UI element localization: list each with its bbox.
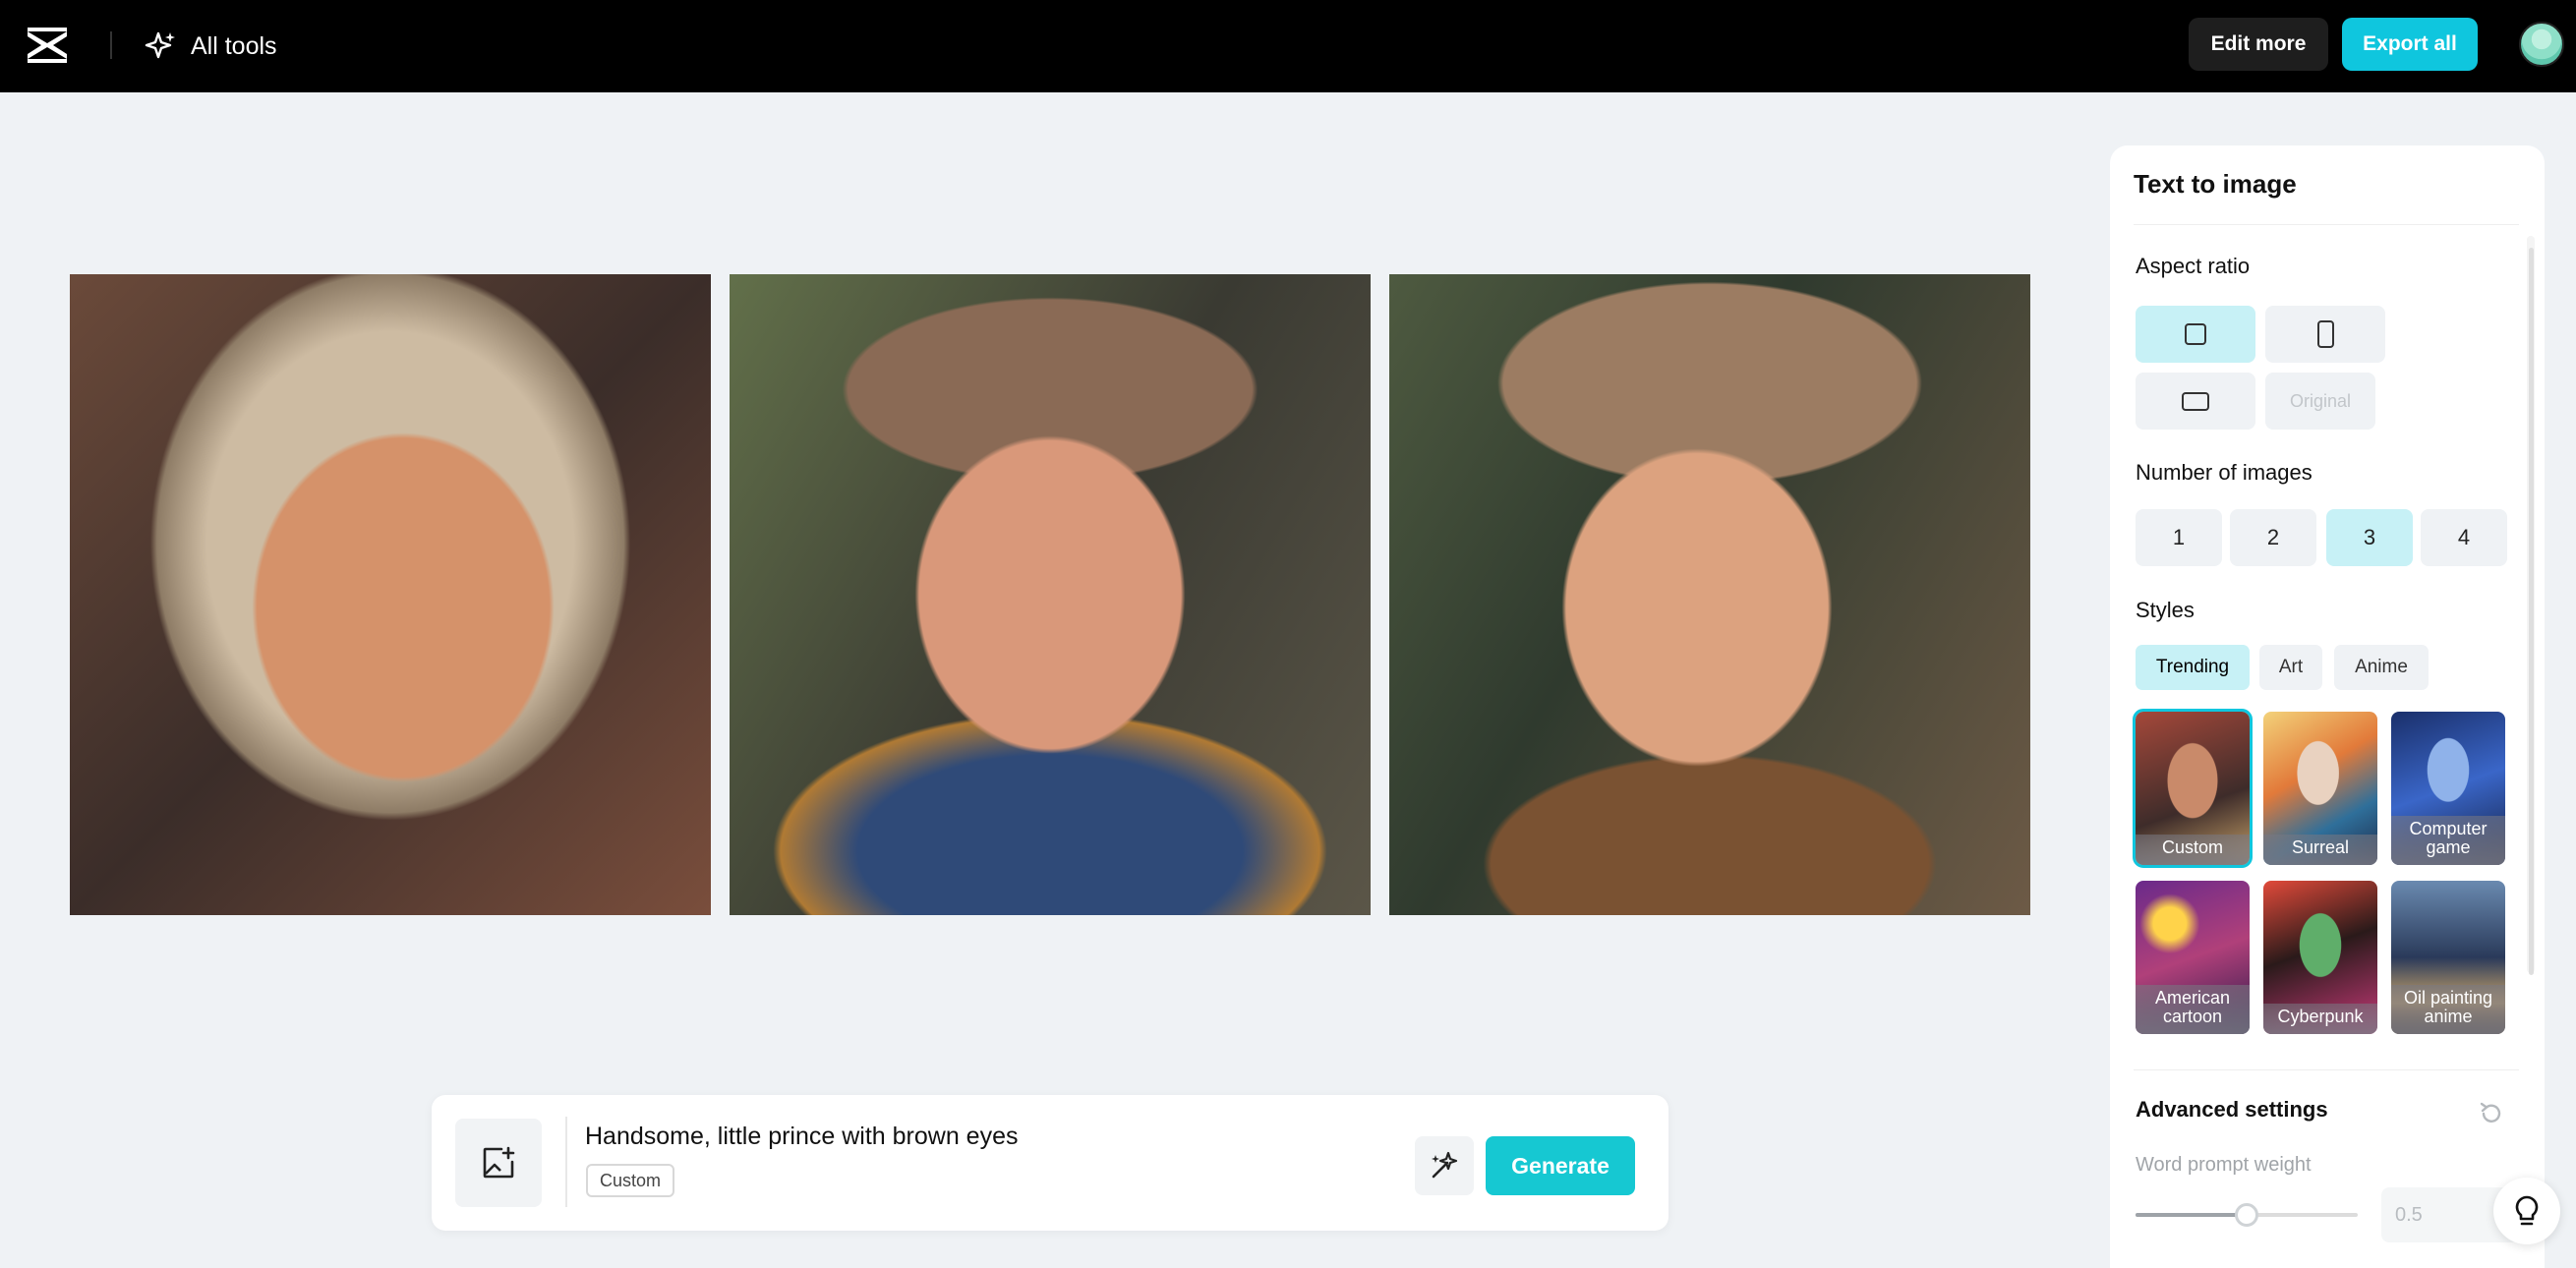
top-bar: All tools Edit more Export all xyxy=(0,0,2576,92)
panel-title: Text to image xyxy=(2134,169,2297,199)
edit-more-button[interactable]: Edit more xyxy=(2189,18,2328,71)
number-option-4[interactable]: 4 xyxy=(2421,509,2507,566)
slider-thumb[interactable] xyxy=(2235,1203,2258,1227)
styles-label: Styles xyxy=(2136,598,2195,622)
sparkle-icon xyxy=(145,31,175,59)
advanced-divider xyxy=(2134,1069,2519,1070)
style-card-label: Custom xyxy=(2136,835,2250,865)
prompt-style-tag[interactable]: Custom xyxy=(586,1164,675,1197)
landscape-shape-icon xyxy=(2182,391,2209,411)
aspect-square-option[interactable] xyxy=(2136,306,2255,363)
style-card-custom[interactable]: Custom xyxy=(2133,709,2253,868)
tips-button[interactable] xyxy=(2493,1178,2560,1244)
magic-wand-icon xyxy=(1432,1151,1458,1179)
aspect-original-option: Original xyxy=(2265,373,2375,430)
avatar[interactable] xyxy=(2519,22,2564,67)
capcut-logo-icon[interactable] xyxy=(24,22,71,69)
generate-button[interactable]: Generate xyxy=(1486,1136,1635,1195)
magic-prompt-button[interactable] xyxy=(1415,1136,1474,1195)
prompt-divider xyxy=(565,1117,567,1207)
reset-icon[interactable] xyxy=(2478,1100,2505,1127)
number-option-1[interactable]: 1 xyxy=(2136,509,2222,566)
portrait-shape-icon xyxy=(2316,320,2334,348)
style-card-computer-game[interactable]: Computer game xyxy=(2391,712,2505,865)
panel-scrollbar[interactable] xyxy=(2529,248,2534,975)
number-of-images-label: Number of images xyxy=(2136,460,2313,485)
export-all-button[interactable]: Export all xyxy=(2342,18,2478,71)
generated-image-2[interactable] xyxy=(730,274,1371,915)
all-tools-label: All tools xyxy=(191,31,277,60)
styles-tab-anime[interactable]: Anime xyxy=(2334,645,2429,690)
topbar-divider xyxy=(110,31,112,59)
style-card-surreal[interactable]: Surreal xyxy=(2263,712,2377,865)
number-option-3[interactable]: 3 xyxy=(2326,509,2413,566)
slider-fill xyxy=(2136,1213,2247,1217)
aspect-ratio-label: Aspect ratio xyxy=(2136,254,2251,278)
image-upload-icon xyxy=(483,1146,515,1179)
generated-image-1[interactable] xyxy=(70,274,711,915)
styles-tab-art[interactable]: Art xyxy=(2259,645,2322,690)
word-prompt-weight-label: Word prompt weight xyxy=(2136,1154,2312,1176)
style-card-label: Oil painting anime xyxy=(2391,985,2505,1034)
style-card-cyberpunk[interactable]: Cyberpunk xyxy=(2263,881,2377,1034)
style-card-label: Cyberpunk xyxy=(2263,1004,2377,1034)
style-card-label: American cartoon xyxy=(2136,985,2250,1034)
advanced-settings-label: Advanced settings xyxy=(2136,1097,2328,1122)
prompt-bar: Handsome, little prince with brown eyes … xyxy=(432,1095,1669,1231)
aspect-portrait-option[interactable] xyxy=(2265,306,2385,363)
generated-image-3[interactable] xyxy=(1389,274,2030,915)
aspect-landscape-option[interactable] xyxy=(2136,373,2255,430)
style-card-label: Surreal xyxy=(2263,835,2377,865)
style-card-oil-painting-anime[interactable]: Oil painting anime xyxy=(2391,881,2505,1034)
panel-divider xyxy=(2134,224,2519,225)
style-card-american-cartoon[interactable]: American cartoon xyxy=(2136,881,2250,1034)
all-tools-button[interactable]: All tools xyxy=(144,24,277,69)
image-upload-button[interactable] xyxy=(455,1119,542,1207)
styles-tab-trending[interactable]: Trending xyxy=(2136,645,2250,690)
prompt-input[interactable]: Handsome, little prince with brown eyes xyxy=(585,1123,1391,1151)
number-option-2[interactable]: 2 xyxy=(2230,509,2316,566)
square-shape-icon xyxy=(2185,323,2206,345)
style-card-label: Computer game xyxy=(2391,816,2505,865)
lightbulb-icon xyxy=(2515,1195,2539,1226)
